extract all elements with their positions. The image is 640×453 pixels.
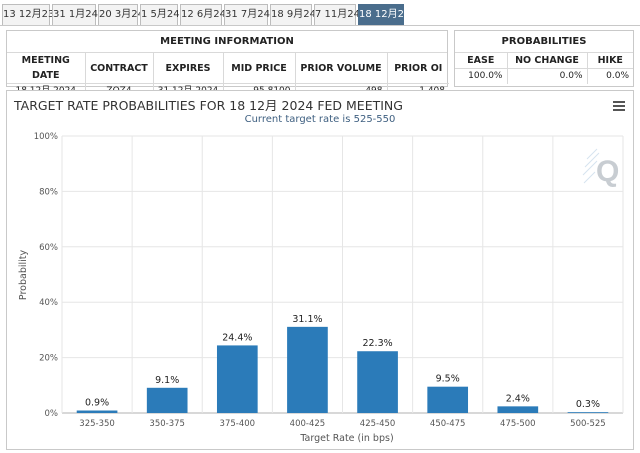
header-expires: EXPIRES	[153, 53, 224, 84]
bar-475-500[interactable]	[497, 406, 539, 413]
header-contract: CONTRACT	[85, 53, 154, 84]
header-mid-price: MID PRICE	[223, 53, 296, 84]
y-axis-title: Probability	[18, 250, 29, 301]
tab-7-nov-24[interactable]: 7 11月24	[314, 4, 360, 25]
bar-value-label: 9.5%	[436, 374, 460, 385]
bar-375-400[interactable]	[216, 345, 258, 413]
bar-325-350[interactable]	[76, 410, 118, 413]
tab-18-sep-24[interactable]: 18 9月24	[270, 4, 316, 25]
ease-value: 100.0%	[455, 68, 508, 84]
x-tick-label: 475-500	[500, 419, 536, 429]
x-tick-label: 325-350	[79, 419, 115, 429]
tab-20-mar-24[interactable]: 20 3月24	[98, 4, 144, 25]
header-ease: EASE	[455, 53, 508, 69]
tab-13-dec-23[interactable]: 13 12月23	[2, 4, 54, 25]
x-tick-label: 375-400	[220, 419, 256, 429]
probabilities-panel: PROBABILITIES EASE NO CHANGE HIKE 100.0%…	[454, 30, 634, 87]
bar-chart: Q 0% 20% 40% 60% 80% 100% 0.9% 325-350 9.1% 350-…	[18, 132, 624, 444]
bar-350-375[interactable]	[146, 387, 188, 413]
chart-container: TARGET RATE PROBABILITIES FOR 18 12月 202…	[6, 90, 634, 450]
x-tick-label: 425-450	[360, 419, 396, 429]
y-tick-label: 100%	[34, 132, 58, 142]
quikstrike-watermark-icon: Q	[582, 148, 619, 188]
y-tick-label: 20%	[39, 354, 58, 364]
tab-12-jun-24[interactable]: 12 6月24	[180, 4, 226, 25]
svg-text:Q: Q	[596, 155, 619, 188]
y-tick-label: 0%	[45, 409, 59, 419]
y-tick-label: 40%	[39, 298, 58, 308]
meeting-information-title: MEETING INFORMATION	[7, 31, 447, 53]
bar-500-525[interactable]	[567, 412, 609, 413]
no-change-value: 0.0%	[507, 68, 588, 84]
bar-value-label: 2.4%	[506, 393, 530, 404]
x-tick-label: 500-525	[570, 419, 606, 429]
bar-450-475[interactable]	[427, 386, 469, 413]
meeting-information-panel: MEETING INFORMATION MEETING DATE CONTRAC…	[6, 30, 449, 99]
header-meeting-date: MEETING DATE	[7, 53, 86, 84]
header-no-change: NO CHANGE	[507, 53, 588, 69]
hike-value: 0.0%	[606, 71, 629, 81]
header-prior-volume: PRIOR VOLUME	[295, 53, 388, 84]
header-hike: HIKE	[587, 53, 633, 69]
x-axis-title: Target Rate (in bps)	[299, 433, 393, 444]
bar-400-425[interactable]	[287, 326, 328, 413]
bar-value-label: 0.9%	[85, 398, 109, 409]
x-tick-label: 400-425	[290, 419, 326, 429]
probabilities-table: EASE NO CHANGE HIKE 100.0% 0.0% 0.0%	[455, 53, 633, 84]
bar-value-label: 31.1%	[292, 314, 322, 325]
bar-value-label: 0.3%	[576, 399, 600, 410]
bar-425-450[interactable]	[357, 351, 398, 413]
tab-31-jan-24[interactable]: 31 1月24	[52, 4, 98, 25]
y-tick-label: 60%	[39, 243, 58, 253]
x-tick-label: 450-475	[430, 419, 466, 429]
tab-18-dec-24[interactable]: 18 12月24	[358, 4, 410, 25]
bar-value-label: 9.1%	[155, 375, 179, 386]
probabilities-title: PROBABILITIES	[455, 31, 633, 53]
bar-value-label: 22.3%	[362, 338, 392, 349]
y-tick-label: 80%	[39, 187, 58, 197]
tab-1-may-24[interactable]: 1 5月24	[140, 4, 180, 25]
x-tick-label: 350-375	[149, 419, 185, 429]
bar-value-label: 24.4%	[222, 332, 252, 343]
header-prior-oi: PRIOR OI	[387, 53, 449, 84]
tab-31-jul-24[interactable]: 31 7月24	[224, 4, 270, 25]
meeting-date-tabs: 13 12月23 31 1月24 20 3月24 1 5月24 12 6月24 …	[0, 0, 640, 26]
